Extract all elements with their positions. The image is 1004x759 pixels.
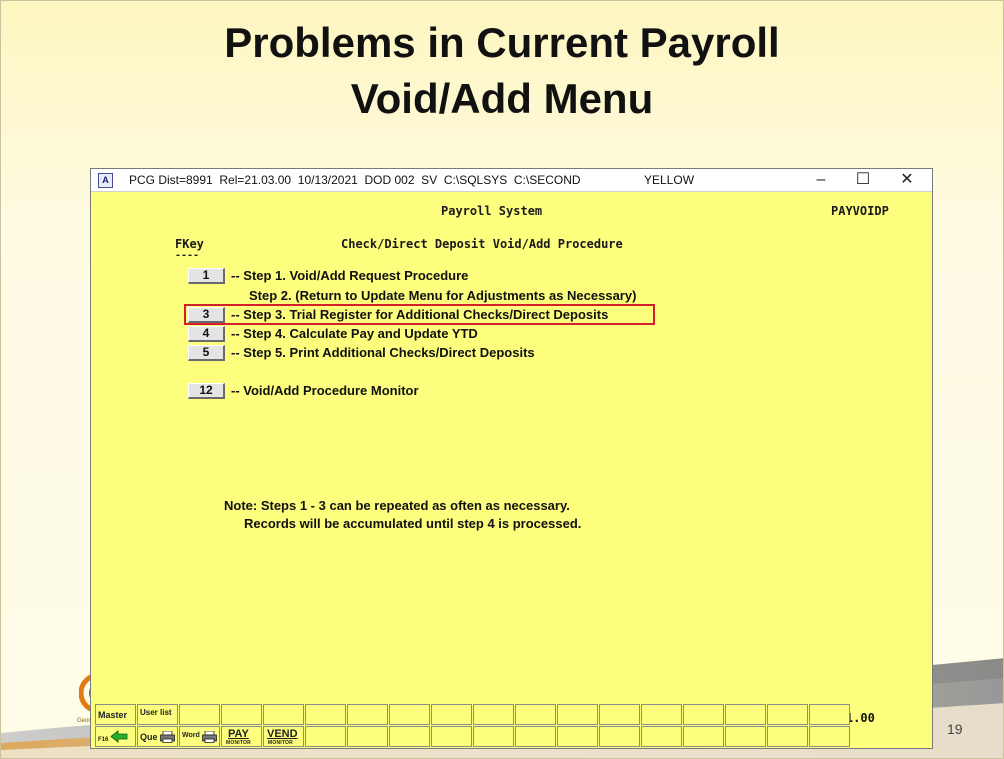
- terminal-screen: Payroll System PAYVOIDP FKey ---- Check/…: [91, 192, 932, 725]
- fkey-button-5[interactable]: 5: [188, 344, 225, 361]
- app-icon[interactable]: A: [98, 173, 113, 188]
- fkey-label-5: -- Step 5. Print Additional Checks/Direc…: [231, 345, 535, 360]
- minimize-button[interactable]: –: [801, 169, 841, 191]
- toolbar-empty-button[interactable]: [431, 704, 472, 725]
- toolbar-empty-button[interactable]: [725, 726, 766, 747]
- vend-label: VEND: [267, 728, 298, 740]
- green-left-arrow-icon: [110, 730, 128, 743]
- slide-title-line2: Void/Add Menu: [350, 75, 654, 122]
- toolbar-empty-button[interactable]: [809, 726, 850, 747]
- word-label: Word: [182, 732, 200, 739]
- fkey-header-underline: ----: [175, 250, 200, 261]
- master-label: Master: [98, 710, 128, 720]
- fkey-button-1[interactable]: 1: [188, 267, 225, 284]
- slide-title-line1: Problems in Current Payroll: [224, 19, 780, 66]
- toolbar-grid: Master User list F16 Que Word PAY MONITO…: [95, 704, 855, 748]
- pay-label: PAY: [228, 728, 249, 740]
- procedure-title: Check/Direct Deposit Void/Add Procedure: [341, 237, 623, 251]
- toolbar-empty-button[interactable]: [263, 704, 304, 725]
- toolbar-empty-button[interactable]: [641, 704, 682, 725]
- fkey-row-1: 1 -- Step 1. Void/Add Request Procedure: [188, 267, 468, 284]
- pay-sub-label: MONITOR: [226, 740, 251, 746]
- userlist-label: User list: [140, 708, 172, 717]
- master-button[interactable]: Master: [95, 704, 136, 725]
- toolbar-empty-button[interactable]: [515, 704, 556, 725]
- toolbar-empty-button[interactable]: [767, 726, 808, 747]
- fkey-button-4[interactable]: 4: [188, 325, 225, 342]
- vend-sub-label: MONITOR: [268, 740, 293, 746]
- printer-icon: [160, 731, 175, 743]
- toolbar-empty-button[interactable]: [347, 704, 388, 725]
- toolbar-empty-button[interactable]: [473, 726, 514, 747]
- logo-text-fragment: Geor: [77, 718, 91, 724]
- toolbar-empty-button[interactable]: [179, 704, 220, 725]
- toolbar-empty-button[interactable]: [557, 704, 598, 725]
- que-label: Que: [140, 732, 158, 742]
- fkey-row-4: 4 -- Step 4. Calculate Pay and Update YT…: [188, 325, 478, 342]
- toolbar-empty-button[interactable]: [305, 726, 346, 747]
- fkey-label-1: -- Step 1. Void/Add Request Procedure: [231, 268, 469, 283]
- close-button[interactable]: ✕: [887, 169, 927, 191]
- fkey-header: FKey: [175, 237, 204, 251]
- vend-monitor-button[interactable]: VEND MONITOR: [263, 726, 304, 747]
- window-titlebar: A PCG Dist=8991 Rel=21.03.00 10/13/2021 …: [91, 169, 932, 192]
- program-id: PAYVOIDP: [831, 204, 889, 218]
- toolbar-empty-button[interactable]: [767, 704, 808, 725]
- toolbar-empty-button[interactable]: [431, 726, 472, 747]
- toolbar-empty-button[interactable]: [347, 726, 388, 747]
- toolbar-empty-button[interactable]: [809, 704, 850, 725]
- toolbar-empty-button[interactable]: [683, 726, 724, 747]
- fkey-row-5: 5 -- Step 5. Print Additional Checks/Dir…: [188, 344, 535, 361]
- window-title-color: YELLOW: [644, 173, 695, 187]
- toolbar-empty-button[interactable]: [683, 704, 724, 725]
- toolbar-empty-button[interactable]: [473, 704, 514, 725]
- slide-title: Problems in Current Payroll Void/Add Men…: [1, 15, 1003, 127]
- fkey-label-12: -- Void/Add Procedure Monitor: [231, 383, 419, 398]
- back-button[interactable]: F16: [95, 726, 136, 747]
- toolbar-empty-button[interactable]: [515, 726, 556, 747]
- f16-label: F16: [98, 737, 109, 743]
- pay-monitor-button[interactable]: PAY MONITOR: [221, 726, 262, 747]
- window-title: PCG Dist=8991 Rel=21.03.00 10/13/2021 DO…: [129, 173, 581, 187]
- page-number: 19: [947, 721, 963, 737]
- note-line-1: Note: Steps 1 - 3 can be repeated as oft…: [224, 498, 570, 513]
- toolbar-empty-button[interactable]: [599, 704, 640, 725]
- toolbar-empty-button[interactable]: [557, 726, 598, 747]
- toolbar-empty-button[interactable]: [305, 704, 346, 725]
- maximize-button[interactable]: ☐: [843, 169, 883, 191]
- toolbar-empty-button[interactable]: [599, 726, 640, 747]
- que-print-button[interactable]: Que: [137, 726, 178, 747]
- step2-text: Step 2. (Return to Update Menu for Adjus…: [249, 288, 637, 303]
- printer-icon: [202, 731, 217, 743]
- terminal-window: A PCG Dist=8991 Rel=21.03.00 10/13/2021 …: [90, 168, 933, 749]
- fkey-row-12: 12 -- Void/Add Procedure Monitor: [188, 382, 419, 399]
- toolbar-empty-button[interactable]: [389, 726, 430, 747]
- system-title: Payroll System: [441, 204, 543, 218]
- toolbar-empty-button[interactable]: [221, 704, 262, 725]
- note-line-2: Records will be accumulated until step 4…: [244, 516, 582, 531]
- fkey-label-4: -- Step 4. Calculate Pay and Update YTD: [231, 326, 478, 341]
- toolbar-empty-button[interactable]: [389, 704, 430, 725]
- step3-highlight-box: [184, 304, 655, 325]
- userlist-button[interactable]: User list: [137, 704, 178, 725]
- toolbar-empty-button[interactable]: [641, 726, 682, 747]
- fkey-button-12[interactable]: 12: [188, 382, 225, 399]
- word-print-button[interactable]: Word: [179, 726, 220, 747]
- toolbar-empty-button[interactable]: [725, 704, 766, 725]
